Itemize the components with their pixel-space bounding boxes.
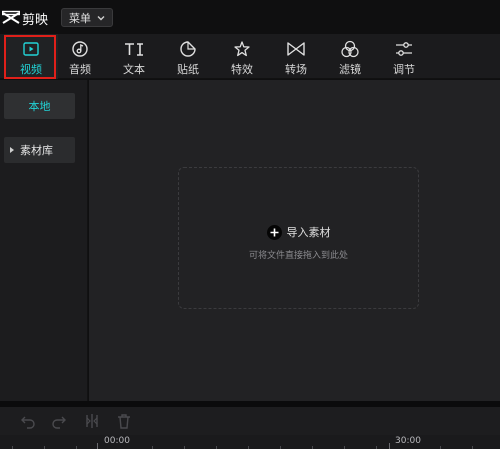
import-media-label: 导入素材 (286, 226, 331, 239)
tab-audio-label: 音频 (69, 63, 91, 76)
timeline-ruler: 00:00 30:00 (0, 435, 500, 449)
media-sidebar: 本地 素材库 (0, 80, 88, 401)
import-dropzone[interactable]: 导入素材 可将文件直接拖入到此处 (178, 167, 419, 309)
tab-effects[interactable]: 特效 (215, 34, 269, 79)
title-bar: 剪映 菜单 (0, 0, 500, 34)
expand-triangle-icon (10, 147, 14, 153)
local-media-button[interactable]: 本地 (4, 93, 75, 119)
plus-icon (266, 224, 282, 240)
audio-icon (72, 41, 88, 57)
menu-dropdown[interactable]: 菜单 (61, 8, 113, 27)
tab-sticker[interactable]: 贴纸 (161, 34, 215, 79)
chevron-down-icon (97, 15, 105, 20)
tab-filter-label: 滤镜 (339, 63, 361, 76)
video-icon (23, 42, 39, 56)
transition-bowtie-icon (287, 42, 305, 56)
undo-icon[interactable] (20, 413, 36, 429)
filter-circles-icon (341, 40, 359, 58)
effects-star-icon (234, 41, 250, 57)
drag-hint-text: 可将文件直接拖入到此处 (248, 251, 348, 261)
menu-label: 菜单 (69, 11, 91, 25)
text-icon (125, 43, 143, 56)
adjust-sliders-icon (396, 42, 412, 56)
app-logo: 剪映 (2, 9, 49, 28)
sticker-icon (180, 41, 196, 57)
tab-text[interactable]: 文本 (107, 34, 161, 79)
timeline-toolbar (0, 407, 500, 435)
split-icon[interactable] (84, 413, 100, 429)
material-library-item[interactable]: 素材库 (4, 137, 75, 163)
tab-filter[interactable]: 滤镜 (323, 34, 377, 79)
tab-video-label: 视频 (20, 63, 42, 76)
delete-icon[interactable] (116, 413, 132, 429)
media-panel: 导入素材 可将文件直接拖入到此处 (89, 80, 500, 401)
app-name: 剪映 (22, 12, 49, 28)
redo-icon[interactable] (51, 413, 67, 429)
capcut-logo-icon (2, 10, 20, 24)
tab-sticker-label: 贴纸 (177, 63, 199, 76)
tab-transition[interactable]: 转场 (269, 34, 323, 79)
timecode-end: 30:00 (395, 436, 421, 446)
import-media-button[interactable]: 导入素材 (179, 224, 418, 240)
timecode-start: 00:00 (104, 436, 130, 446)
tab-audio[interactable]: 音频 (53, 34, 107, 79)
tab-video[interactable]: 视频 (4, 34, 58, 79)
media-toolbar: 视频 音频 文本 贴纸 特效 转场 滤镜 调节 (0, 34, 500, 79)
tab-transition-label: 转场 (285, 63, 307, 76)
tab-adjust[interactable]: 调节 (377, 34, 431, 79)
tab-effects-label: 特效 (231, 63, 253, 76)
material-library-label: 素材库 (20, 144, 53, 157)
tab-adjust-label: 调节 (393, 63, 415, 76)
tab-text-label: 文本 (123, 63, 145, 76)
